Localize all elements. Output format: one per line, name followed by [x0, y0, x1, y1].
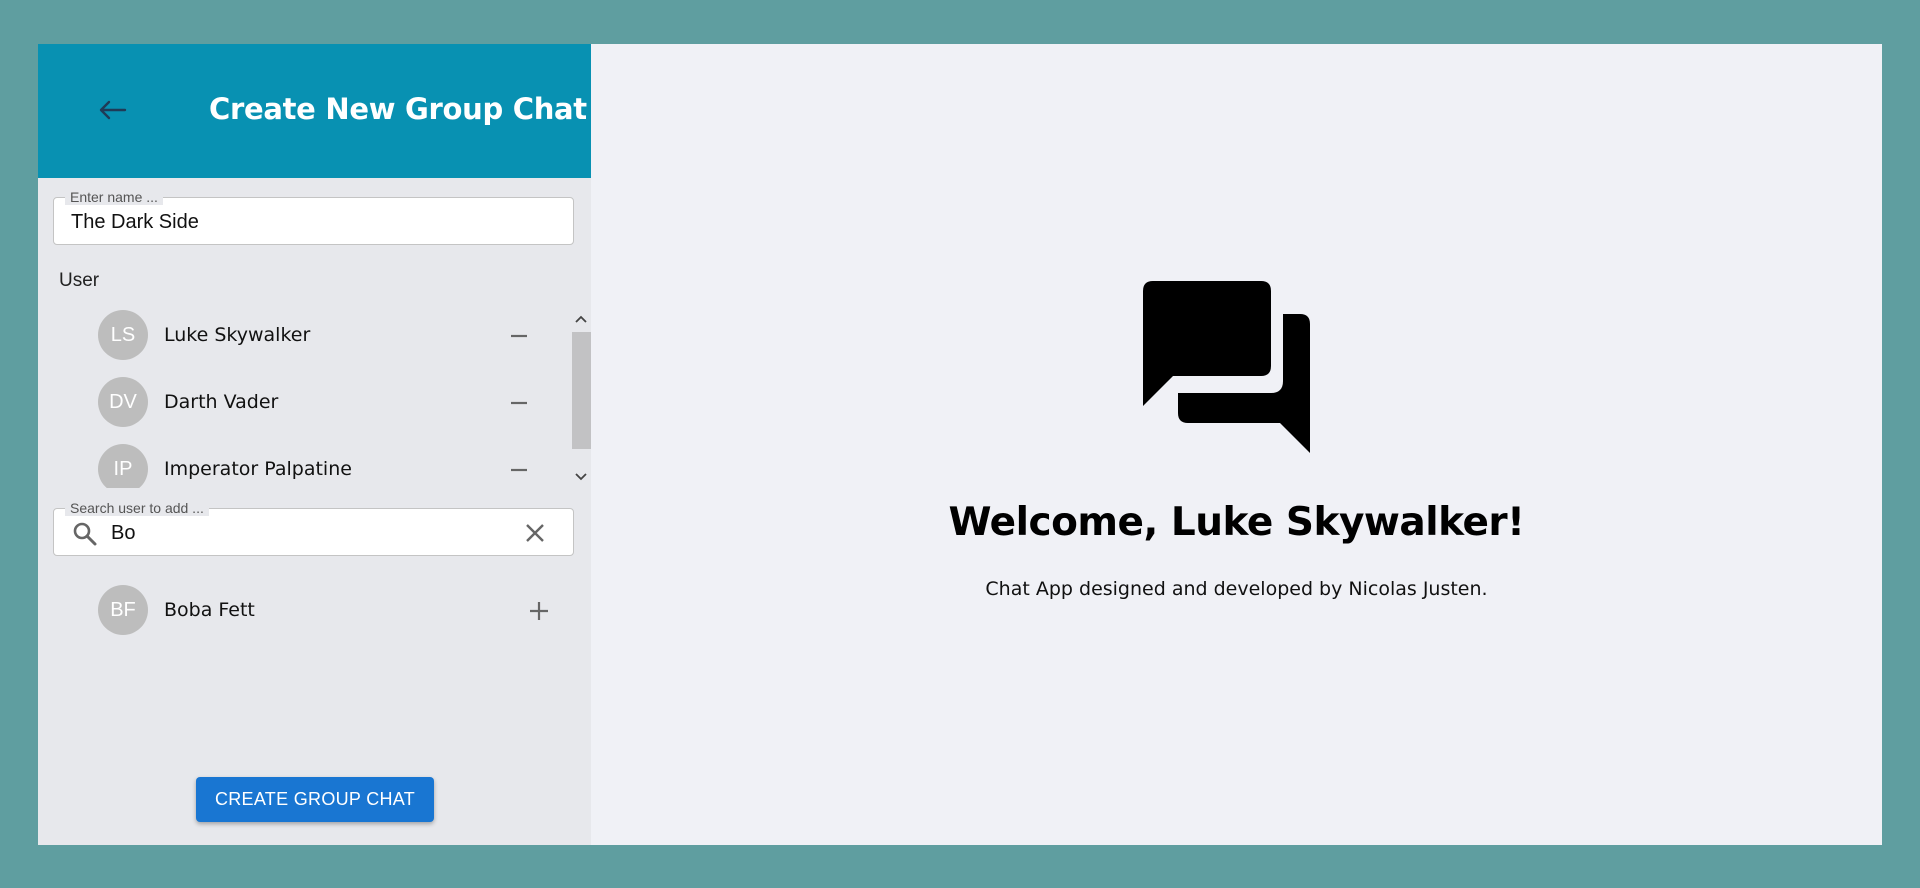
list-item: LS Luke Skywalker	[98, 310, 528, 362]
avatar: IP	[98, 444, 148, 488]
main-panel: Welcome, Luke Skywalker! Chat App design…	[591, 44, 1882, 845]
minus-icon	[511, 334, 527, 338]
avatar: DV	[98, 377, 148, 427]
create-group-chat-button[interactable]: CREATE GROUP CHAT	[196, 777, 434, 822]
back-button[interactable]	[93, 94, 131, 126]
sidebar: Create New Group Chat Enter name ... The…	[38, 44, 591, 845]
user-list-scrollbar[interactable]	[570, 310, 591, 488]
group-name-label: Enter name ...	[65, 189, 163, 205]
chevron-up-icon	[574, 315, 587, 323]
scroll-up-button[interactable]	[570, 310, 591, 328]
user-name: Luke Skywalker	[164, 324, 311, 346]
add-user-button[interactable]	[525, 597, 553, 625]
chevron-down-icon	[574, 473, 587, 481]
avatar: LS	[98, 310, 148, 360]
scroll-down-button[interactable]	[570, 468, 591, 486]
user-name: Boba Fett	[164, 599, 255, 621]
plus-icon	[530, 602, 548, 620]
close-icon[interactable]	[524, 522, 546, 544]
user-name: Darth Vader	[164, 391, 279, 413]
arrow-left-icon	[99, 100, 127, 120]
search-icon	[73, 522, 97, 546]
remove-user-button[interactable]	[505, 389, 533, 417]
welcome-heading: Welcome, Luke Skywalker!	[948, 500, 1525, 545]
scroll-thumb[interactable]	[572, 332, 591, 449]
credit-text: Chat App designed and developed by Nicol…	[985, 578, 1488, 600]
search-user-label: Search user to add ...	[65, 500, 209, 516]
remove-user-button[interactable]	[505, 456, 533, 484]
list-item: IP Imperator Palpatine	[98, 444, 528, 488]
minus-icon	[511, 468, 527, 472]
minus-icon	[511, 401, 527, 405]
list-item: DV Darth Vader	[98, 377, 528, 429]
search-user-input[interactable]: Bo	[111, 522, 135, 545]
search-user-field[interactable]: Search user to add ... Bo	[53, 500, 574, 556]
group-name-input[interactable]: The Dark Side	[71, 211, 199, 234]
app-window: Create New Group Chat Enter name ... The…	[38, 44, 1882, 845]
page-title: Create New Group Chat	[209, 92, 587, 126]
users-section-label: User	[59, 270, 100, 291]
forum-icon	[1143, 281, 1310, 453]
remove-user-button[interactable]	[505, 322, 533, 350]
group-name-field[interactable]: Enter name ... The Dark Side	[53, 189, 574, 245]
sidebar-header: Create New Group Chat	[38, 44, 591, 178]
selected-users-list: LS Luke Skywalker DV Darth Vader IP Impe…	[38, 310, 591, 488]
avatar: BF	[98, 585, 148, 635]
user-name: Imperator Palpatine	[164, 458, 352, 480]
search-result-item: BF Boba Fett	[98, 585, 548, 637]
